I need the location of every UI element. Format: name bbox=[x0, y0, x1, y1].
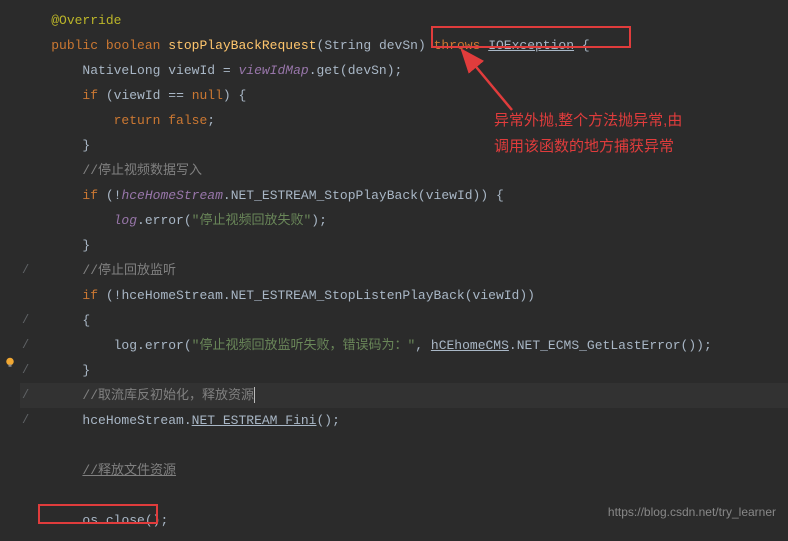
code-line: / log.error("停止视频回放监听失败，错误码为：", hCEhomeC… bbox=[20, 333, 788, 358]
code-line: / { bbox=[20, 308, 788, 333]
annotation-text: 异常外抛,整个方法抛异常,由 调用该函数的地方捕获异常 bbox=[494, 108, 682, 160]
code-line: //释放文件资源 bbox=[20, 458, 788, 483]
code-line: //停止视频数据写入 bbox=[20, 158, 788, 183]
code-line: if (!hceHomeStream.NET_ESTREAM_StopPlayB… bbox=[20, 183, 788, 208]
code-line bbox=[20, 433, 788, 458]
watermark-text: https://blog.csdn.net/try_learner bbox=[608, 500, 776, 525]
code-line: public boolean stopPlayBackRequest(Strin… bbox=[20, 33, 788, 58]
annotation-keyword: @Override bbox=[51, 13, 121, 28]
lightbulb-icon[interactable] bbox=[4, 357, 16, 369]
code-line: @Override bbox=[20, 8, 788, 33]
code-line: / hceHomeStream.NET_ESTREAM_Fini(); bbox=[20, 408, 788, 433]
code-line: log.error("停止视频回放失败"); bbox=[20, 208, 788, 233]
code-line-active: / //取流库反初始化，释放资源 bbox=[20, 383, 788, 408]
code-line: if (!hceHomeStream.NET_ESTREAM_StopListe… bbox=[20, 283, 788, 308]
code-line: / //停止回放监听 bbox=[20, 258, 788, 283]
code-line: NativeLong viewId = viewIdMap.get(devSn)… bbox=[20, 58, 788, 83]
code-line: / } bbox=[20, 358, 788, 383]
code-editor[interactable]: @Override public boolean stopPlayBackReq… bbox=[0, 0, 788, 541]
text-cursor bbox=[254, 387, 255, 403]
code-line: } bbox=[20, 233, 788, 258]
code-line: if (viewId == null) { bbox=[20, 83, 788, 108]
